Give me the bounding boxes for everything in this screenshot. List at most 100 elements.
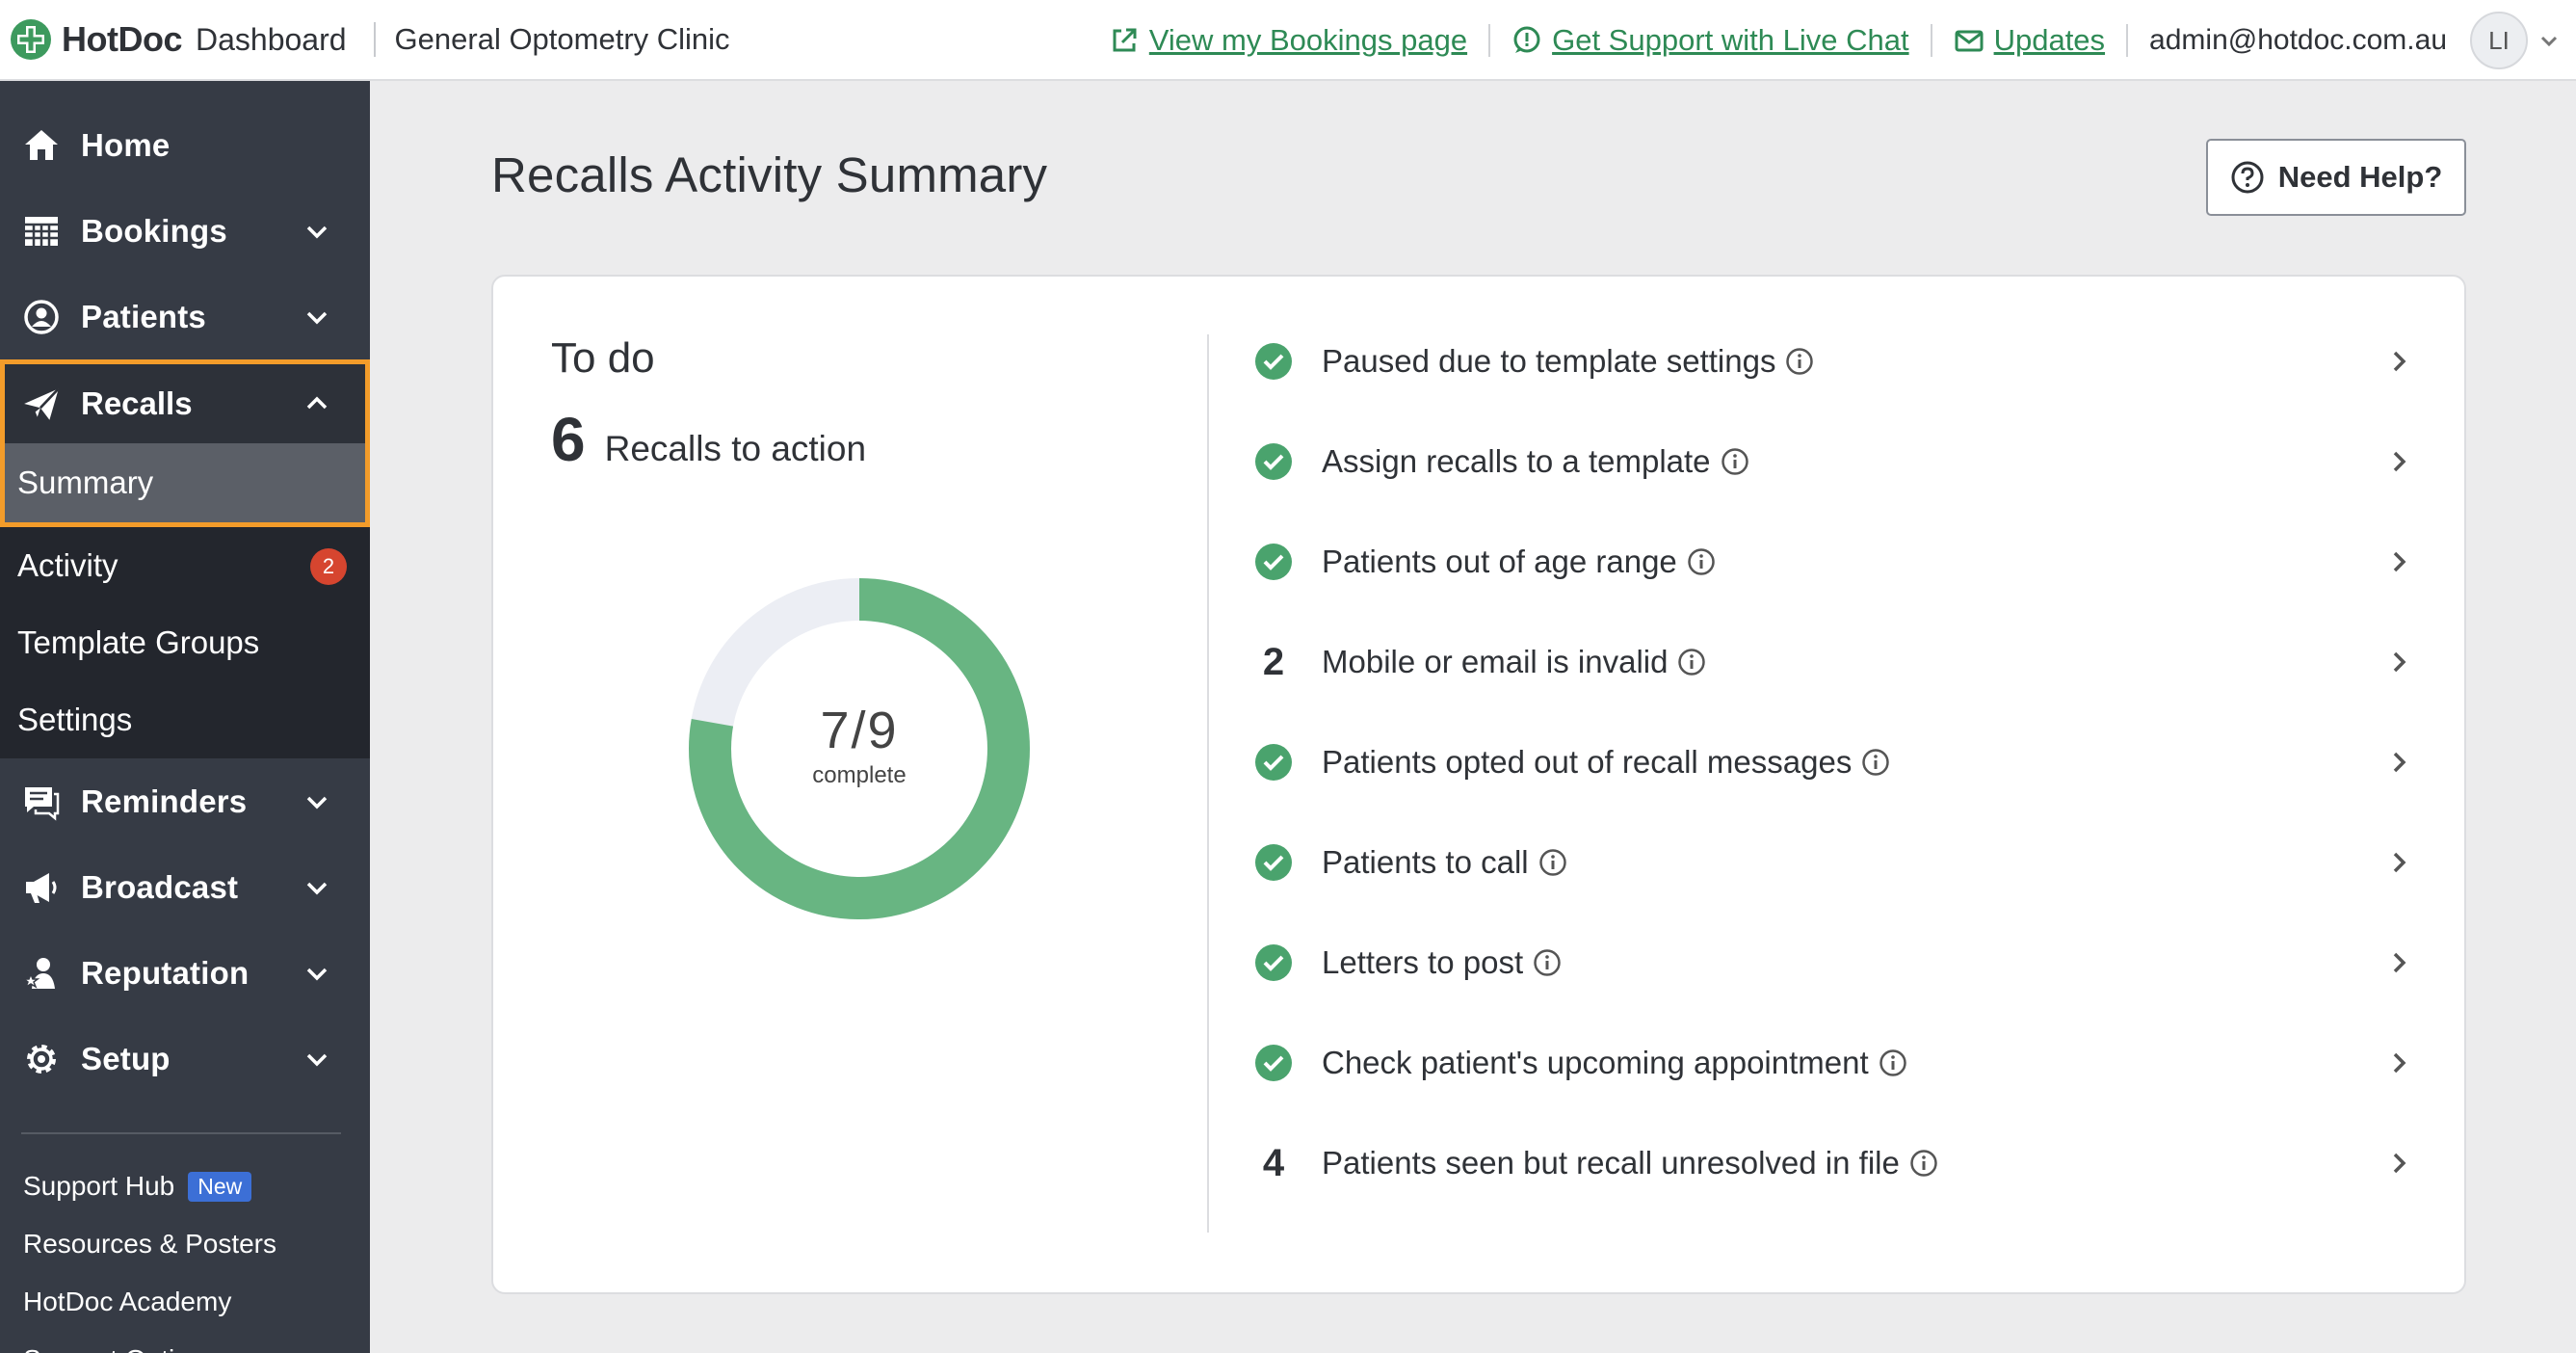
task-row[interactable]: Paused due to template settings: [1254, 311, 2439, 411]
task-label: Patients to call: [1322, 844, 1529, 880]
check-circle-icon: [1254, 442, 1293, 481]
support-hub-link[interactable]: Support Hub New: [0, 1157, 370, 1215]
view-bookings-link[interactable]: View my Bookings page: [1109, 23, 1467, 58]
recalls-count-label: Recalls to action: [604, 429, 867, 468]
sidebar-item-label: Patients: [81, 298, 206, 334]
sidebar-item-label: Reputation: [81, 954, 250, 991]
task-row[interactable]: 4 Patients seen but recall unresolved in …: [1254, 1113, 2439, 1213]
sidebar-item-bookings[interactable]: Bookings: [0, 188, 370, 274]
support-options-link[interactable]: Support Options: [0, 1331, 370, 1353]
task-row[interactable]: Patients to call: [1254, 812, 2439, 913]
live-chat-link[interactable]: Get Support with Live Chat: [1511, 23, 1909, 58]
info-icon[interactable]: [1721, 447, 1749, 476]
task-label: Assign recalls to a template: [1322, 443, 1711, 479]
hotdoc-logo[interactable]: HotDoc Dashboard: [10, 18, 347, 61]
task-row[interactable]: Patients opted out of recall messages: [1254, 712, 2439, 812]
sidebar-divider: [21, 1132, 341, 1134]
sidebar-subitem-activity[interactable]: Activity 2: [0, 527, 370, 604]
chevron-right-icon: [2393, 551, 2406, 572]
avatar[interactable]: LI: [2470, 12, 2528, 69]
recalls-count-number: 6: [551, 405, 586, 474]
chevron-down-icon: [306, 796, 328, 809]
sidebar: Home Bookings Patients Recalls Summary A…: [0, 81, 370, 1353]
sidebar-subitem-summary[interactable]: Summary: [5, 443, 365, 522]
sidebar-subitem-template-groups[interactable]: Template Groups: [0, 604, 370, 681]
task-count: 4: [1254, 1142, 1293, 1184]
chevron-right-icon: [2393, 651, 2406, 673]
link-divider: [1930, 24, 1932, 57]
updates-link[interactable]: Updates: [1954, 23, 2105, 58]
home-icon: [21, 125, 62, 166]
info-icon[interactable]: [1785, 347, 1814, 376]
top-bar: HotDoc Dashboard General Optometry Clini…: [0, 0, 2576, 81]
academy-link[interactable]: HotDoc Academy: [0, 1273, 370, 1331]
sidebar-subitem-settings[interactable]: Settings: [0, 681, 370, 758]
chevron-down-icon: [306, 226, 328, 239]
dashboard-label: Dashboard: [196, 21, 347, 57]
brand-name: HotDoc: [62, 19, 183, 59]
sidebar-subitem-label: Template Groups: [17, 624, 260, 660]
task-label: Patients opted out of recall messages: [1322, 744, 1853, 780]
task-label: Letters to post: [1322, 944, 1524, 980]
task-row[interactable]: Letters to post: [1254, 913, 2439, 1013]
clinic-name[interactable]: General Optometry Clinic: [395, 22, 730, 57]
sidebar-item-patients[interactable]: Patients: [0, 274, 370, 359]
task-label: Paused due to template settings: [1322, 343, 1776, 379]
support-hub-label: Support Hub: [23, 1171, 175, 1201]
sidebar-item-setup[interactable]: Setup: [0, 1016, 370, 1101]
chevron-right-icon: [2393, 451, 2406, 472]
task-row[interactable]: Patients out of age range: [1254, 512, 2439, 612]
check-circle-icon: [1254, 843, 1293, 882]
page-title: Recalls Activity Summary: [491, 147, 1048, 202]
recalls-summary-card: To do 6 Recalls to action 7/9 complete P…: [491, 275, 2466, 1294]
card-divider: [1207, 334, 1209, 1233]
paper-plane-icon: [21, 384, 62, 424]
chevron-down-icon: [306, 311, 328, 325]
check-circle-icon: [1254, 943, 1293, 982]
sidebar-item-reputation[interactable]: Reputation: [0, 930, 370, 1016]
info-icon[interactable]: [1677, 648, 1706, 676]
info-icon[interactable]: [1861, 748, 1890, 777]
chat-bubble-icon: [1513, 26, 1540, 53]
sidebar-item-label: Broadcast: [81, 868, 239, 905]
hotdoc-cross-icon: [11, 19, 51, 60]
sidebar-item-home[interactable]: Home: [0, 102, 370, 188]
check-circle-icon: [1254, 743, 1293, 782]
header-divider: [373, 22, 376, 57]
resources-link[interactable]: Resources & Posters: [0, 1215, 370, 1273]
task-row[interactable]: Assign recalls to a template: [1254, 411, 2439, 512]
need-help-button[interactable]: Need Help?: [2206, 139, 2466, 216]
link-divider: [1488, 24, 1491, 57]
task-label: Patients seen but recall unresolved in f…: [1322, 1145, 1900, 1181]
sidebar-subitem-label: Settings: [17, 702, 133, 737]
info-icon[interactable]: [1538, 848, 1567, 877]
chevron-right-icon: [2393, 752, 2406, 773]
sidebar-item-broadcast[interactable]: Broadcast: [0, 844, 370, 930]
task-label: Patients out of age range: [1322, 544, 1677, 579]
info-icon[interactable]: [1687, 547, 1716, 576]
chevron-down-icon[interactable]: [2536, 27, 2563, 54]
gear-icon: [21, 1039, 62, 1079]
chevron-down-icon: [306, 1053, 328, 1067]
chevron-right-icon: [2393, 852, 2406, 873]
info-icon[interactable]: [1879, 1048, 1907, 1077]
view-bookings-label: View my Bookings page: [1148, 23, 1468, 57]
recalls-to-action: 6 Recalls to action: [551, 404, 866, 475]
chevron-down-icon: [306, 882, 328, 895]
header-links: View my Bookings page Get Support with L…: [1109, 0, 2576, 81]
sidebar-item-reminders[interactable]: Reminders: [0, 758, 370, 844]
task-row[interactable]: Check patient's upcoming appointment: [1254, 1013, 2439, 1113]
account-email[interactable]: admin@hotdoc.com.au: [2149, 24, 2447, 57]
recalls-section-highlight: Recalls Summary: [0, 359, 370, 527]
info-icon[interactable]: [1909, 1149, 1938, 1178]
sidebar-item-label: Home: [81, 126, 171, 163]
mail-icon: [1955, 30, 1984, 52]
sidebar-item-recalls[interactable]: Recalls: [5, 364, 365, 443]
notification-badge: 2: [310, 548, 347, 585]
new-badge: New: [188, 1171, 252, 1202]
chevron-right-icon: [2393, 351, 2406, 372]
recalls-subnav: Activity 2 Template Groups Settings: [0, 527, 370, 758]
task-row[interactable]: 2 Mobile or email is invalid: [1254, 612, 2439, 712]
info-icon[interactable]: [1533, 948, 1562, 977]
external-link-icon: [1113, 28, 1137, 52]
